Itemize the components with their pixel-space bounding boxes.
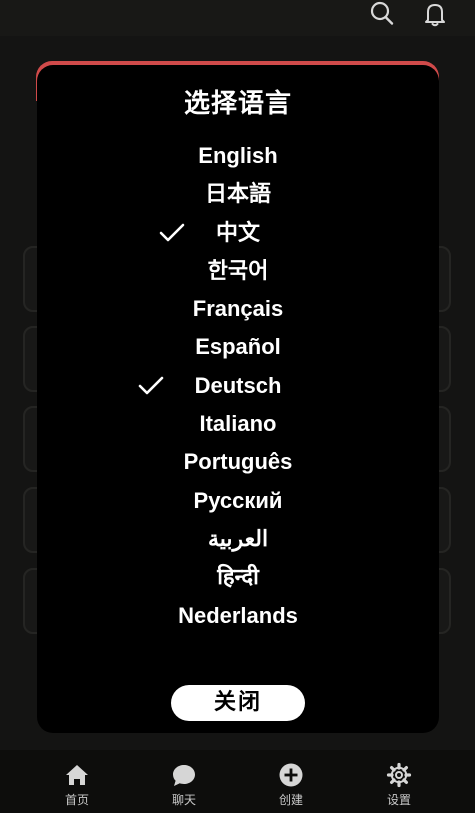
tab-create[interactable]: 创建	[256, 762, 326, 808]
language-label: Português	[183, 449, 293, 475]
app-screen: 选择语言 English 日本語中文 한국어 Français Español Deuts…	[0, 0, 475, 813]
tab-chat[interactable]: 聊天	[149, 762, 219, 808]
language-option[interactable]: العربية	[37, 520, 439, 558]
language-label: Español	[195, 334, 281, 360]
home-icon	[66, 765, 88, 785]
tab-home-label: 首页	[64, 793, 89, 807]
language-option[interactable]: हिन्दी	[37, 558, 439, 596]
language-label: Deutsch	[194, 372, 282, 398]
dialog-title: 选择语言	[183, 89, 292, 119]
language-option[interactable]: 한국어	[37, 252, 439, 290]
language-option[interactable]: 日本語	[37, 175, 439, 213]
search-icon[interactable]	[368, 0, 396, 28]
language-option[interactable]: Nederlands	[37, 597, 439, 635]
language-label: Nederlands	[178, 602, 298, 628]
tab-create-label: 创建	[278, 793, 303, 807]
tab-home[interactable]: 首页	[42, 762, 112, 808]
close-button[interactable]: 关闭	[171, 685, 305, 721]
language-label: 日本語	[204, 181, 271, 207]
tab-settings-label: 设置	[386, 793, 411, 807]
language-option[interactable]: Português	[37, 443, 439, 481]
gear-icon	[386, 762, 412, 788]
language-option[interactable]: Español	[37, 328, 439, 366]
tab-chat-label: 聊天	[171, 793, 196, 807]
language-option[interactable]: English	[37, 137, 439, 175]
language-option[interactable]: Русский	[37, 482, 439, 520]
language-label: English	[198, 143, 278, 168]
language-label: العربية	[207, 525, 269, 551]
language-dialog: 选择语言 English 日本語中文 한국어 Français Español Deuts…	[37, 65, 439, 733]
language-list: English 日本語中文 한국어 Français Español Deutsch Ita…	[37, 137, 439, 635]
language-label: Français	[192, 296, 284, 322]
language-label: 한국어	[207, 257, 269, 283]
chat-icon	[173, 765, 195, 786]
bell-icon[interactable]	[421, 0, 449, 28]
bottom-tab-bar: 首页 聊天 创建 设置	[0, 750, 475, 813]
checkmark-icon	[159, 223, 185, 241]
top-bar	[0, 0, 475, 36]
language-label: Русский	[193, 487, 283, 513]
language-label: 中文	[215, 219, 260, 245]
language-option[interactable]: Italiano	[37, 405, 439, 443]
language-label: Italiano	[199, 411, 277, 437]
language-label: हिन्दी	[217, 564, 259, 590]
plus-circle-icon	[279, 763, 303, 787]
language-option[interactable]: 中文	[37, 214, 439, 252]
checkmark-icon	[138, 376, 164, 395]
language-option[interactable]: Deutsch	[37, 367, 439, 405]
tab-settings[interactable]: 设置	[364, 762, 434, 808]
language-option[interactable]: Français	[37, 290, 439, 328]
